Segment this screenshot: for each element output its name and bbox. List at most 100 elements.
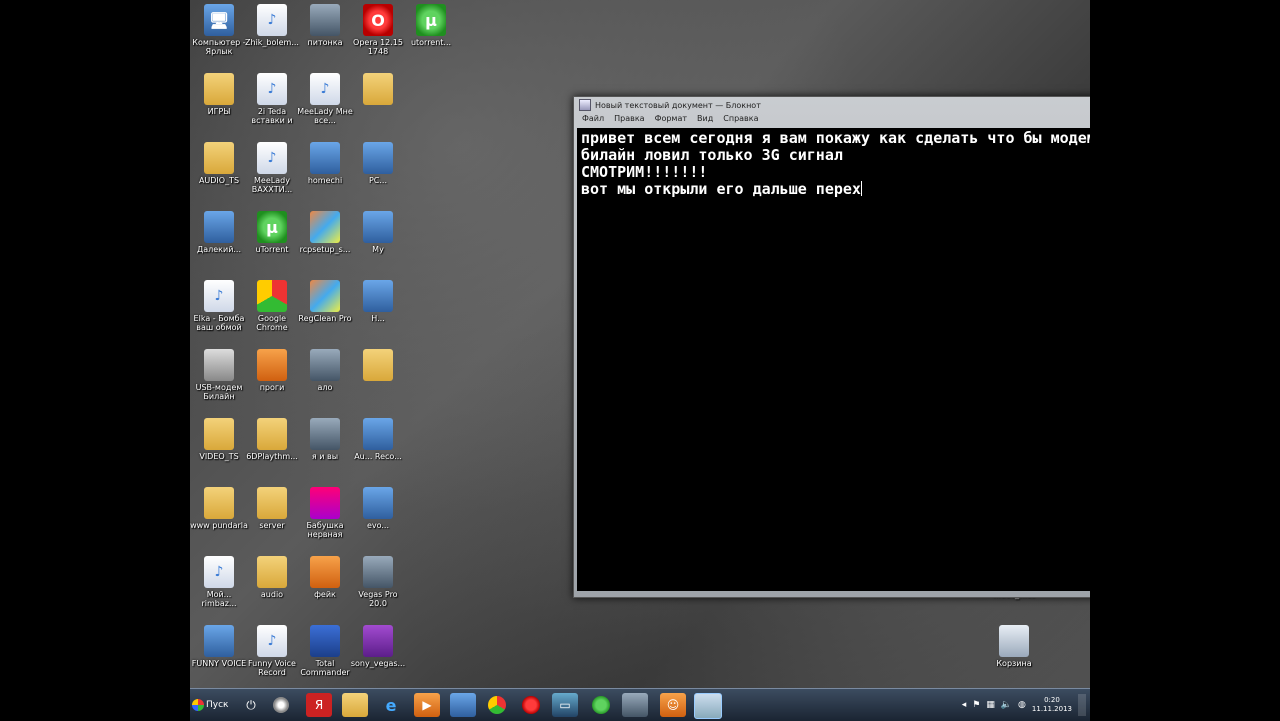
desktop-icon-label: rcpsetup_s... [299,245,351,254]
app-taskbar-icon[interactable] [450,693,476,717]
menu-file[interactable]: Файл [582,114,604,126]
utorrent-taskbar-icon[interactable] [588,693,614,717]
desktop-icon-label: ИГРЫ [207,107,231,116]
opera-icon[interactable] [518,693,544,717]
desktop-icon[interactable]: Total Commander [296,625,354,677]
desktop-icon[interactable]: 6DPlaythm... [243,418,301,461]
desktop-icon[interactable]: Vegas Pro 20.0 [349,556,407,608]
desktop-icon[interactable]: я и вы [296,418,354,461]
desktop-icon[interactable]: ♪ Мой... rimbaz... [190,556,248,608]
desktop-icon[interactable]: homechi [296,142,354,185]
speaker-icon[interactable]: ◍ [1018,700,1026,710]
floppy-icon [310,625,340,657]
power-icon[interactable]: ⏻ [238,693,264,717]
desktop-icon[interactable]: ♪ 2i Teda вставки и [243,73,301,125]
notepad-taskbar-icon[interactable] [694,693,722,719]
desktop-icon[interactable]: O Opera 12.15 1748 [349,4,407,56]
desktop-icon-label: Google Chrome [256,314,288,332]
desktop-icon-label: www pundarla [190,521,248,530]
desktop-icon[interactable]: audio [243,556,301,599]
picture-taskbar-icon[interactable] [622,693,648,717]
menu-view[interactable]: Вид [697,114,713,126]
clock-time: 0:20 [1044,696,1060,704]
notepad-window[interactable]: Новый текстовый документ — Блокнот – □ ✕… [573,96,1090,598]
opera-taskbar-icon[interactable] [268,693,294,717]
yandex-icon[interactable]: Я [306,693,332,717]
desktop-icon-label: Мой... rimbaz... [201,590,237,608]
desktop-icon[interactable]: Google Chrome [243,280,301,332]
desktop-icon[interactable]: ♪ MeeLady ВАХХТИ... [243,142,301,194]
app-icon [363,418,393,450]
desktop-icon[interactable]: Далекий... [190,211,248,254]
app-icon [204,211,234,243]
network-icon[interactable]: ▦ [986,700,995,710]
desktop-icon[interactable] [349,73,407,107]
desktop-icon[interactable]: питонка [296,4,354,47]
desktop-icon[interactable]: www pundarla [190,487,248,530]
pic-icon [363,556,393,588]
volume-icon[interactable]: 🔈 [1001,700,1012,710]
orange-icon [310,556,340,588]
desktop-icon[interactable]: ♪ Zhik_bolem... [243,4,301,47]
menu-edit[interactable]: Правка [614,114,644,126]
folder-icon [204,73,234,105]
desktop-icon[interactable]: VIDEO_TS [190,418,248,461]
doc-icon: ♪ [204,280,234,312]
user-taskbar-icon[interactable]: ☺ [660,693,686,717]
desktop-icon[interactable]: 🖥 Компьютер - Ярлык [190,4,248,56]
desktop-icon[interactable]: µ uTorrent [243,211,301,254]
desktop-icon[interactable]: ало [296,349,354,392]
tray-arrow-icon[interactable]: ◂ [962,700,967,710]
desktop-icon[interactable]: rcpsetup_s... [296,211,354,254]
doc-icon: ♪ [257,625,287,657]
desktop-icon[interactable]: AUDIO_TS [190,142,248,185]
app-icon [204,625,234,657]
text-editor[interactable]: привет всем сегодня я вам покажу как сде… [577,128,1090,591]
desktop-icon-label: H... [371,314,385,323]
trash-icon [999,625,1029,657]
monitor-taskbar-icon[interactable]: ▭ [552,693,578,717]
desktop-icon[interactable]: server [243,487,301,530]
menu-help[interactable]: Справка [723,114,758,126]
media-player-icon[interactable]: ▶ [414,693,440,717]
desktop-icon[interactable]: проги [243,349,301,392]
desktop-icon[interactable]: RegClean Pro [296,280,354,323]
folder-icon [204,418,234,450]
desktop-icon[interactable]: PC... [349,142,407,185]
desktop-icon[interactable]: ♪ Funny Voice Record [243,625,301,677]
flag-icon[interactable]: ⚑ [972,700,980,710]
start-label: Пуск [206,700,229,710]
desktop-icon[interactable]: ♪ Elka - Бомба ваш обмой [190,280,248,332]
desktop-icon-label: фейк [314,590,336,599]
desktop-icon-label: Бабушка нервная [306,521,344,539]
folder-taskbar-icon[interactable] [342,693,368,717]
clock[interactable]: 0:20 11.11.2013 [1032,696,1072,714]
rar-icon [363,625,393,657]
desktop-icon[interactable]: My [349,211,407,254]
desktop-icon[interactable]: µ utorrent... [402,4,460,47]
desktop-icon[interactable]: Au... Reco... [349,418,407,461]
show-desktop-icon[interactable] [1078,694,1086,716]
folder-icon [363,73,393,105]
desktop-icon[interactable]: FUNNY VOICE [190,625,248,668]
taskbar: Пуск ⏻ Я e ▶ ▭ ☺ ◂ ⚑ ▦ 🔈 ◍ 0:20 11.11.20… [190,688,1090,721]
chrome-taskbar-icon[interactable] [484,693,510,717]
desktop-icon[interactable]: Корзина [985,625,1043,668]
desktop-icon-label: Корзина [996,659,1032,668]
desktop-icon[interactable]: USB-модем Билайн [190,349,248,401]
desktop-icon[interactable]: фейк [296,556,354,599]
menu-format[interactable]: Формат [655,114,687,126]
desktop-icon[interactable]: evo... [349,487,407,530]
desktop-icon[interactable]: ♪ MeeLady Мне все... [296,73,354,125]
desktop-icon[interactable]: sony_vegas... [349,625,407,668]
desktop-icon-label: 2i Teda вставки и [251,107,293,125]
app-icon [363,142,393,174]
opera-icon: O [363,4,393,36]
desktop-icon[interactable]: ИГРЫ [190,73,248,116]
start-button[interactable]: Пуск [192,694,232,716]
desktop-icon[interactable] [349,349,407,383]
desktop-icon[interactable]: Бабушка нервная [296,487,354,539]
notepad-titlebar[interactable]: Новый текстовый документ — Блокнот – □ ✕ [574,97,1090,113]
desktop-icon[interactable]: H... [349,280,407,323]
internet-explorer-icon[interactable]: e [378,693,404,717]
